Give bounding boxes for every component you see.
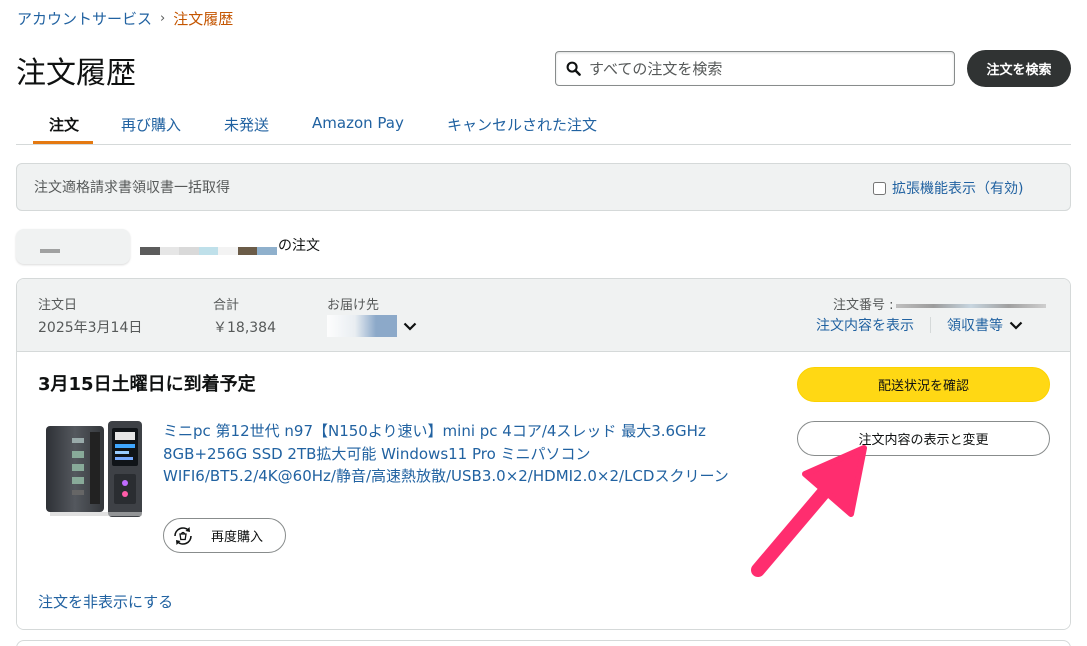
receipt-dropdown-link[interactable]: 領収書等: [947, 315, 1023, 335]
redacted-period-value: [40, 249, 60, 253]
extended-view-label: 拡張機能表示（有効): [892, 181, 1024, 197]
order-tabs: 注文 再び購入 未発送 Amazon Pay キャンセルされた注文: [16, 106, 1071, 145]
product-image[interactable]: [44, 418, 144, 522]
order-total-label: 合計: [213, 298, 240, 313]
breadcrumb-account-services[interactable]: アカウントサービス: [17, 8, 152, 29]
product-title-link[interactable]: ミニpc 第12世代 n97【N150より速い】mini pc 4コア/4スレッ…: [163, 420, 763, 488]
receipt-link-label: 領収書等: [947, 318, 1003, 334]
tab-not-shipped[interactable]: 未発送: [224, 114, 269, 135]
extended-view-toggle[interactable]: 拡張機能表示（有効): [873, 178, 1023, 198]
extended-view-checkbox[interactable]: [873, 181, 886, 195]
track-package-button[interactable]: 配送状況を確認: [797, 367, 1050, 402]
buy-again-button[interactable]: 再度購入: [163, 518, 286, 553]
search-icon: [566, 61, 581, 76]
view-edit-order-button[interactable]: 注文内容の表示と変更: [797, 421, 1050, 456]
ship-to-label: お届け先: [327, 298, 380, 313]
redacted-order-number: [895, 303, 1046, 308]
order-total-value: ￥18,384: [213, 320, 276, 336]
ship-to-dropdown[interactable]: [327, 315, 417, 337]
link-divider: [930, 317, 931, 333]
invoice-bulk-download-bar: 注文適格請求書領収書一括取得 拡張機能表示（有効): [16, 163, 1071, 211]
rebuy-icon: [174, 526, 192, 545]
order-date-label: 注文日: [38, 298, 78, 313]
breadcrumb: アカウントサービス › 注文履歴: [17, 8, 233, 29]
tab-amazon-pay[interactable]: Amazon Pay: [312, 114, 404, 132]
order-total: 合計 ￥18,384: [213, 294, 276, 337]
redacted-order-count: [140, 247, 278, 255]
order-count-row: の注文: [16, 229, 336, 264]
tab-cancelled-orders[interactable]: キャンセルされた注文: [447, 114, 597, 135]
search-orders-button[interactable]: 注文を検索: [967, 50, 1071, 87]
tab-orders[interactable]: 注文: [49, 114, 79, 135]
order-date: 注文日 2025年3月14日: [38, 294, 142, 337]
next-order-card-edge: [16, 640, 1071, 646]
order-card: 注文日 2025年3月14日 合計 ￥18,384 お届け先 注文番号 : 注文…: [16, 278, 1071, 630]
hide-order-link[interactable]: 注文を非表示にする: [38, 591, 173, 612]
invoice-bulk-download-label[interactable]: 注文適格請求書領収書一括取得: [34, 177, 230, 197]
view-order-details-link[interactable]: 注文内容を表示: [816, 315, 914, 335]
breadcrumb-separator: ›: [160, 11, 166, 26]
order-header: 注文日 2025年3月14日 合計 ￥18,384 お届け先 注文番号 : 注文…: [17, 279, 1070, 352]
page-title: 注文履歴: [16, 56, 136, 91]
chevron-down-icon: [403, 322, 417, 331]
active-tab-indicator: [33, 141, 93, 144]
order-ship-to: お届け先: [327, 294, 417, 337]
delivery-status: 3月15日土曜日に到着予定: [38, 374, 256, 395]
order-number-label: 注文番号 :: [833, 298, 894, 313]
period-dropdown[interactable]: [16, 229, 130, 264]
order-date-value: 2025年3月14日: [38, 320, 143, 336]
buy-again-label: 再度購入: [211, 530, 264, 545]
breadcrumb-current: 注文履歴: [173, 10, 234, 28]
order-search-box[interactable]: [555, 51, 955, 86]
order-number: 注文番号 :: [833, 294, 1046, 313]
order-body: 3月15日土曜日に到着予定 ミニpc 第12世代 n97【N150より速い】mi…: [17, 352, 1070, 629]
order-search-input[interactable]: [589, 59, 929, 78]
redacted-recipient: [327, 315, 397, 337]
tab-buy-again[interactable]: 再び購入: [121, 114, 181, 135]
order-count-label: の注文: [278, 238, 320, 254]
chevron-down-icon: [1009, 321, 1023, 330]
order-header-links: 注文内容を表示 領収書等: [816, 315, 1023, 335]
